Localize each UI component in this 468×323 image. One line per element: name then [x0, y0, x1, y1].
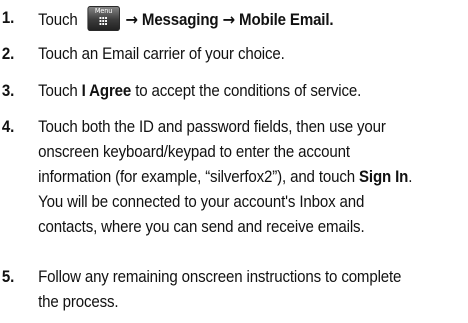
step-text: Touch both the ID and password fields, t… — [38, 115, 462, 240]
grid-icon — [99, 17, 107, 26]
arrow-icon: → — [125, 10, 138, 29]
step-number: 2. — [1, 45, 15, 63]
step-text: Touch I Agree to accept the conditions o… — [38, 79, 462, 104]
menu-path-messaging: Messaging — [141, 11, 219, 29]
sentence-period: . — [329, 11, 334, 29]
step-line: the process. — [38, 293, 119, 311]
menu-key-label: Menu — [94, 7, 113, 15]
menu-path-mobile-email: Mobile Email — [239, 11, 330, 29]
arrow-icon: → — [222, 10, 236, 29]
step-text: Follow any remaining onscreen instructio… — [38, 265, 462, 315]
menu-key-icon: Menu — [87, 6, 120, 31]
step-touch-word: Touch — [38, 11, 78, 29]
step-line: information (for example, “silverfox2”),… — [38, 165, 462, 190]
sign-in-label: Sign In — [359, 168, 409, 186]
step-line-before: information (for example, “silverfox2”),… — [38, 168, 360, 186]
step-number: 5. — [1, 268, 15, 286]
step-line: contacts, where you can send and receive… — [38, 218, 365, 236]
step-text-before: Touch — [38, 82, 82, 100]
step-text: Touch Menu → Messaging → Mobile Email. — [38, 6, 462, 33]
step-text: Touch an Email carrier of your choice. — [38, 45, 285, 63]
step-number: 1. — [1, 9, 15, 27]
step-line: Follow any remaining onscreen instructio… — [38, 268, 402, 286]
i-agree-label: I Agree — [81, 82, 132, 100]
step-number: 4. — [1, 118, 15, 136]
step-line: Touch both the ID and password fields, t… — [38, 118, 386, 136]
step-number: 3. — [1, 82, 15, 100]
step-line: onscreen keyboard/keypad to enter the ac… — [38, 143, 350, 161]
step-line-after: . — [408, 168, 413, 186]
step-text-after: to accept the conditions of service. — [131, 82, 362, 100]
step-line: You will be connected to your account's … — [38, 193, 365, 211]
